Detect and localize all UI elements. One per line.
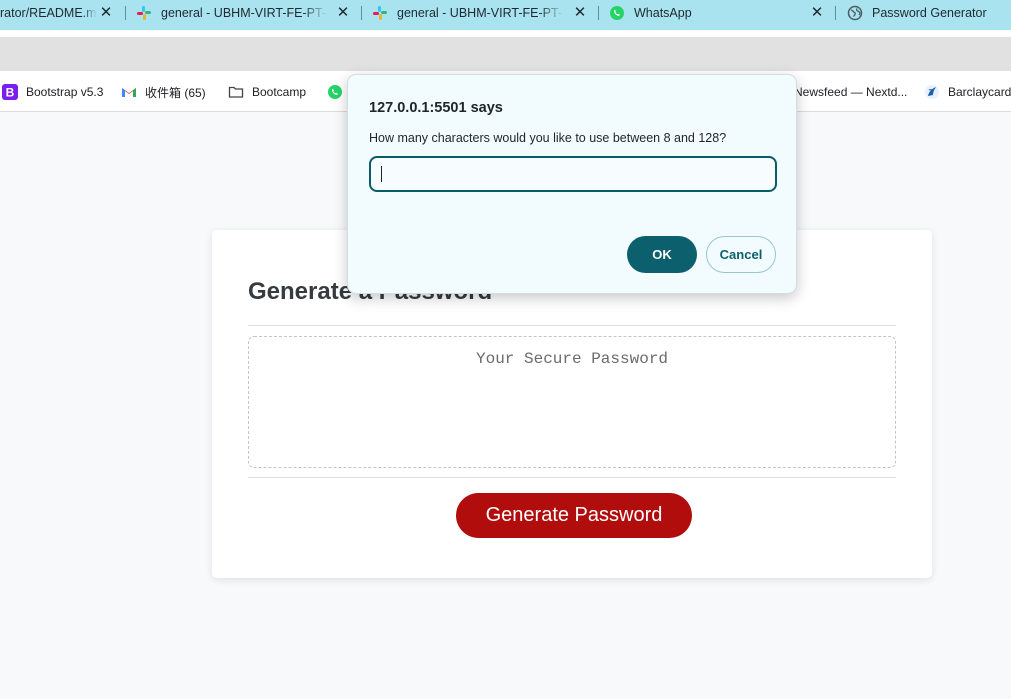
gmail-icon [122,88,136,97]
divider [248,325,896,326]
tab-password-generator[interactable]: Password Generator [847,0,1007,26]
tab-divider [835,6,836,20]
tab-strip: rator/README.m ✕ general - UBHM-VIRT-FE-… [0,0,1011,30]
barclaycard-icon [925,85,939,99]
bookmark-label: Newsfeed — Nextd... [794,85,908,99]
tab-whatsapp[interactable]: WhatsApp [609,0,799,26]
dialog-input-wrapper [369,156,777,192]
text-caret [381,166,382,182]
close-icon[interactable]: ✕ [571,4,589,22]
whatsapp-icon [328,85,342,99]
close-icon[interactable]: ✕ [97,4,115,22]
tab-label: general - UBHM-VIRT-FE-PT-11 [161,6,328,20]
globe-icon [847,5,863,21]
tab-label: general - UBHM-VIRT-FE-PT-11 [397,6,564,20]
tab-slack-general-1[interactable]: general - UBHM-VIRT-FE-PT-11 [136,0,328,26]
tab-label: rator/README.m [0,6,97,20]
tab-slack-general-2[interactable]: general - UBHM-VIRT-FE-PT-11 [372,0,564,26]
tab-divider [598,6,599,20]
bookmark-label: 收件箱 (65) [145,85,206,100]
password-output-box [248,336,896,468]
bookmark-barclaycard[interactable]: Barclaycard [924,83,1011,101]
tab-label: Password Generator [872,6,987,20]
close-icon[interactable]: ✕ [808,4,826,22]
address-bar[interactable] [0,37,1011,71]
tab-readme[interactable]: rator/README.m [0,0,98,26]
tab-label: WhatsApp [634,6,692,20]
tab-divider [125,6,126,20]
divider [248,477,896,478]
cancel-button[interactable]: Cancel [706,236,776,273]
bootstrap-icon: B [2,84,18,100]
dialog-title: 127.0.0.1:5501 says [369,100,503,116]
dialog-message: How many characters would you like to us… [369,131,727,145]
browser-toolbar [0,30,1011,72]
prompt-dialog: 127.0.0.1:5501 says How many characters … [347,74,797,294]
close-icon[interactable]: ✕ [334,4,352,22]
character-count-input[interactable] [371,158,775,190]
slack-icon [137,6,151,20]
bookmark-label: Barclaycard [948,85,1011,99]
bookmark-folder-bootcamp[interactable]: Bootcamp [228,83,306,101]
tab-divider [361,6,362,20]
bookmark-bootstrap[interactable]: B Bootstrap v5.3 [2,83,103,101]
bookmark-newsfeed[interactable]: Newsfeed — Nextd... [794,83,907,101]
folder-icon [228,86,244,98]
whatsapp-icon [610,6,624,20]
svg-text:B: B [6,86,15,100]
generate-password-button[interactable]: Generate Password [456,493,692,538]
password-output[interactable] [249,337,895,467]
bookmark-label: Bootstrap v5.3 [26,85,104,99]
bookmark-gmail-inbox[interactable]: 收件箱 (65) [121,83,206,101]
ok-button[interactable]: OK [627,236,697,273]
bookmark-label: Bootcamp [252,85,307,99]
slack-icon [373,6,387,20]
